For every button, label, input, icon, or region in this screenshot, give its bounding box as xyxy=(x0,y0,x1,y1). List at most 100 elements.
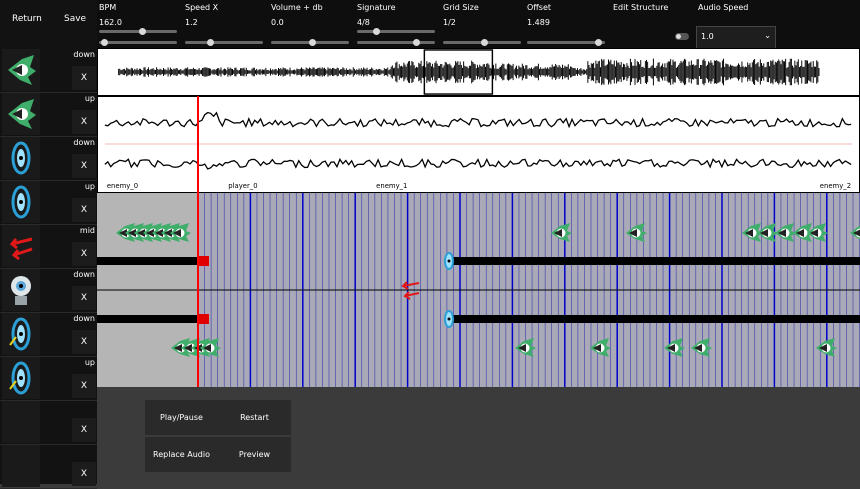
slider-knob[interactable] xyxy=(139,28,146,35)
remove-track-button[interactable]: X xyxy=(72,154,96,178)
direction-label: up xyxy=(85,358,95,367)
direction-label: down xyxy=(73,270,95,279)
overview-waveform[interactable] xyxy=(97,48,860,96)
remove-track-button[interactable]: X xyxy=(72,66,96,90)
robot-head-icon xyxy=(2,269,40,311)
green-spiky-enemy-icon xyxy=(2,49,40,91)
red-arrows-icon xyxy=(2,225,40,267)
direction-label: up xyxy=(85,94,95,103)
grid-size-control: Grid Size 1/2 xyxy=(441,0,526,48)
edit-structure-control: Edit Structure xyxy=(611,0,696,48)
signature-bottom-slider[interactable] xyxy=(357,41,435,44)
direction-label: mid xyxy=(80,226,95,235)
bpm-control: BPM 162.0 xyxy=(97,0,182,48)
direction-label: up xyxy=(85,182,95,191)
track-row[interactable]: up X xyxy=(0,356,97,401)
robot-head-icon xyxy=(2,269,40,311)
hold-note-bar[interactable] xyxy=(452,315,860,323)
remove-track-button[interactable]: X xyxy=(72,242,96,266)
track-row[interactable]: X xyxy=(0,400,97,445)
remove-track-button[interactable]: X xyxy=(72,462,96,486)
direction-label: down xyxy=(73,50,95,59)
track-row[interactable]: down X xyxy=(0,312,97,357)
blue-portal-icon xyxy=(2,181,40,223)
slider-knob[interactable] xyxy=(207,39,214,46)
blue-portal-icon xyxy=(2,181,40,223)
hold-note-bar[interactable] xyxy=(97,257,198,265)
track-row[interactable]: X xyxy=(0,444,97,489)
hold-note-handle[interactable] xyxy=(198,256,209,266)
slider-knob[interactable] xyxy=(413,39,420,46)
direction-label: down xyxy=(73,314,95,323)
marker-label: enemy_1 xyxy=(376,182,407,190)
portal-note[interactable] xyxy=(445,253,453,269)
offset-slider[interactable] xyxy=(527,41,605,44)
signature-label: Signature xyxy=(357,3,396,12)
marker-label: player_0 xyxy=(228,182,257,190)
track-row[interactable]: down X xyxy=(0,268,97,313)
empty-thumb xyxy=(2,445,40,487)
detail-waveform[interactable]: enemy_0 player_0 enemy_1 enemy_2 xyxy=(97,96,860,193)
replace-audio-button[interactable]: Replace Audio xyxy=(145,437,218,472)
remove-track-button[interactable]: X xyxy=(72,110,96,134)
signature-control: Signature 4/8 xyxy=(355,0,440,48)
speed-x-label: Speed X xyxy=(185,3,218,12)
blue-portal-arrow-icon xyxy=(2,357,40,399)
play-pause-button[interactable]: Play/Pause xyxy=(145,400,218,435)
grid-size-slider[interactable] xyxy=(443,41,521,44)
green-spiky-enemy-icon xyxy=(2,93,40,135)
red-arrows-icon xyxy=(2,225,40,267)
preview-button[interactable]: Preview xyxy=(218,437,291,472)
playhead-detail xyxy=(197,96,199,193)
empty-thumb xyxy=(2,401,40,443)
hold-note-handle[interactable] xyxy=(198,314,209,324)
slider-knob[interactable] xyxy=(373,28,380,35)
volume-label: Volume + db xyxy=(271,3,323,12)
toggle-knob xyxy=(676,34,681,39)
remove-track-button[interactable]: X xyxy=(72,198,96,222)
track-row[interactable]: down X xyxy=(0,48,97,93)
restart-button[interactable]: Restart xyxy=(218,400,291,435)
note-grid[interactable] xyxy=(97,193,860,387)
grid-size-label: Grid Size xyxy=(443,3,479,12)
audio-speed-select[interactable]: 1.0 ⌄ xyxy=(696,26,776,49)
slider-knob[interactable] xyxy=(595,39,602,46)
remove-track-button[interactable]: X xyxy=(72,374,96,398)
slider-knob[interactable] xyxy=(101,39,108,46)
slider-knob[interactable] xyxy=(481,39,488,46)
blue-portal-icon xyxy=(2,137,40,179)
offset-label: Offset xyxy=(527,3,551,12)
chevron-down-icon: ⌄ xyxy=(764,31,771,40)
speed-x-value: 1.2 xyxy=(185,18,198,27)
return-button[interactable]: Return xyxy=(12,14,42,24)
save-button[interactable]: Save xyxy=(64,14,86,24)
volume-value: 0.0 xyxy=(271,18,284,27)
hold-note-bar[interactable] xyxy=(97,315,198,323)
speed-x-slider[interactable] xyxy=(185,41,263,44)
remove-track-button[interactable]: X xyxy=(72,286,96,310)
marker-label: enemy_2 xyxy=(820,182,851,190)
remove-track-button[interactable]: X xyxy=(72,330,96,354)
green-spiky-enemy-icon xyxy=(2,49,40,91)
track-row[interactable]: up X xyxy=(0,92,97,137)
slider-knob[interactable] xyxy=(309,39,316,46)
track-row[interactable]: downX xyxy=(0,136,97,181)
volume-slider[interactable] xyxy=(271,41,349,44)
marker-label: enemy_0 xyxy=(107,182,138,190)
blue-portal-arrow-icon xyxy=(2,313,40,355)
speed-x-control: Speed X 1.2 xyxy=(183,0,268,48)
green-spiky-enemy-icon xyxy=(2,93,40,135)
offset-value: 1.489 xyxy=(527,18,550,27)
bpm-slider[interactable] xyxy=(99,30,177,33)
signature-top-slider[interactable] xyxy=(357,30,435,33)
toolbar: BPM 162.0 Speed X 1.2 Volume + db 0.0 Si… xyxy=(97,0,860,48)
remove-track-button[interactable]: X xyxy=(72,418,96,442)
portal-note[interactable] xyxy=(445,311,453,327)
track-row[interactable]: mid X xyxy=(0,224,97,269)
blue-portal-arrow-icon xyxy=(2,357,40,399)
track-row[interactable]: up X xyxy=(0,180,97,225)
volume-control: Volume + db 0.0 xyxy=(269,0,354,48)
hold-note-bar[interactable] xyxy=(452,257,860,265)
bpm-fine-slider[interactable] xyxy=(99,41,177,44)
edit-structure-toggle[interactable] xyxy=(675,33,689,40)
